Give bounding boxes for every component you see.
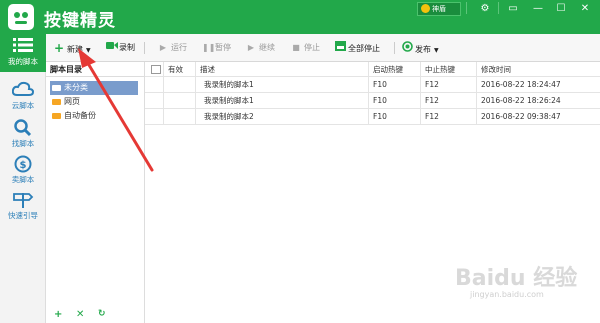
nav-label: 快速引导 <box>8 211 38 220</box>
table-row[interactable]: 我录制的脚本2 F10 F12 2016-08-22 09:38:47 <box>145 109 600 125</box>
row-spacer <box>145 109 164 124</box>
directory-footer: + ✕ ↻ <box>46 307 144 323</box>
step-forward-icon: ▶ <box>247 43 255 52</box>
directory-item-auto-backup[interactable]: 自动备份 <box>46 109 144 123</box>
run-button[interactable]: ▶ 运行 <box>158 41 187 55</box>
coin-icon <box>421 4 430 13</box>
record-button[interactable]: 录制 <box>106 41 135 55</box>
description-cell: 我录制的脚本1 <box>196 93 369 108</box>
video-camera-icon <box>106 41 118 55</box>
delete-folder-icon[interactable]: ✕ <box>76 309 84 320</box>
publish-button[interactable]: 发布 ▼ <box>402 41 439 55</box>
stop-all-icon <box>335 41 346 56</box>
pause-icon: ❚❚ <box>202 43 216 52</box>
select-all-cell <box>145 62 164 76</box>
publish-icon <box>402 41 413 57</box>
column-header[interactable]: 中止热键 <box>421 62 477 76</box>
start-hotkey-cell: F10 <box>369 77 421 92</box>
stop-icon: ■ <box>292 43 300 52</box>
close-icon[interactable]: ☐ <box>550 0 572 18</box>
nav-item-my-scripts[interactable]: 我的脚本 <box>0 34 46 72</box>
user-account-button[interactable]: 神盾 <box>417 2 461 16</box>
divider <box>466 2 467 14</box>
new-button[interactable]: + 新建 ▼ <box>54 41 91 55</box>
svg-text:$: $ <box>20 160 27 171</box>
search-icon <box>0 116 46 138</box>
list-icon <box>0 34 46 56</box>
title-bar: 按键精灵 神盾 ⚙ ▭ — ☐ ✕ <box>0 0 600 34</box>
nav-label: 我的脚本 <box>8 57 38 66</box>
table-row[interactable]: 我录制的脚本1 F10 F12 2016-08-22 18:26:24 <box>145 93 600 109</box>
chevron-down-icon: ▼ <box>434 47 439 54</box>
user-label: 神盾 <box>432 5 446 13</box>
watermark-url: jingyan.baidu.com <box>470 290 544 299</box>
modified-time-cell: 2016-08-22 09:38:47 <box>481 112 561 121</box>
stop-hotkey-cell: F12 <box>421 109 477 124</box>
cloud-icon <box>0 78 46 100</box>
folder-icon <box>52 113 61 119</box>
enabled-cell <box>164 109 196 124</box>
divider <box>394 42 395 54</box>
minimize-icon[interactable]: ▭ <box>502 0 524 18</box>
watermark-brand: Baidu 经验 <box>455 266 578 291</box>
app-logo-icon <box>8 4 34 30</box>
stop-hotkey-cell: F12 <box>421 93 477 108</box>
plus-icon: + <box>54 41 65 55</box>
left-nav: 我的脚本 云脚本 找脚本 $ 卖脚本 快速引导 <box>0 34 46 323</box>
nav-label: 找脚本 <box>11 139 35 148</box>
modified-time-cell: 2016-08-22 18:26:24 <box>481 96 561 105</box>
nav-item-find-scripts[interactable]: 找脚本 <box>0 116 46 154</box>
column-header[interactable]: 有效 <box>164 62 196 76</box>
signpost-icon <box>0 188 46 210</box>
nav-label: 云脚本 <box>11 101 35 110</box>
row-spacer <box>145 77 164 92</box>
divider <box>498 2 499 14</box>
select-all-checkbox[interactable] <box>151 65 161 74</box>
nav-item-quick-guide[interactable]: 快速引导 <box>0 188 46 226</box>
stop-all-button[interactable]: 全部停止 <box>335 41 380 55</box>
column-header[interactable]: 描述 <box>196 62 369 76</box>
pause-button[interactable]: ❚❚暂停 <box>202 41 231 55</box>
directory-header: 脚本目录 <box>46 62 144 77</box>
add-folder-icon[interactable]: + <box>54 309 62 320</box>
table-row[interactable]: 我录制的脚本1 F10 F12 2016-08-22 18:24:47 <box>145 77 600 93</box>
resume-button[interactable]: ▶ 继续 <box>246 41 275 55</box>
gear-icon[interactable]: ⚙ <box>474 0 496 18</box>
script-directory-panel: 脚本目录 未分类 网页 自动备份 + ✕ ↻ <box>46 62 145 323</box>
folder-icon <box>52 99 61 105</box>
start-hotkey-cell: F10 <box>369 93 421 108</box>
description-cell: 我录制的脚本1 <box>196 77 369 92</box>
nav-label: 卖脚本 <box>11 175 35 184</box>
play-icon: ▶ <box>159 43 167 52</box>
refresh-icon[interactable]: ↻ <box>98 309 106 319</box>
dollar-icon: $ <box>0 152 46 174</box>
start-hotkey-cell: F10 <box>369 109 421 124</box>
row-spacer <box>145 93 164 108</box>
description-cell: 我录制的脚本2 <box>196 109 369 124</box>
folder-icon <box>52 85 61 91</box>
nav-item-cloud-scripts[interactable]: 云脚本 <box>0 78 46 116</box>
column-header[interactable]: 修改时间 <box>477 62 600 76</box>
enabled-cell <box>164 77 196 92</box>
stop-hotkey-cell: F12 <box>421 77 477 92</box>
app-title: 按键精灵 <box>44 11 116 31</box>
maximize-icon[interactable]: — <box>527 0 549 18</box>
script-table: 有效 描述 启动热键 中止热键 修改时间 我录制的脚本1 F10 F12 201… <box>145 62 600 125</box>
directory-item-uncategorized[interactable]: 未分类 <box>50 81 138 95</box>
directory-item-web[interactable]: 网页 <box>46 95 144 109</box>
column-header[interactable]: 启动热键 <box>369 62 421 76</box>
close-window-icon[interactable]: ✕ <box>574 0 596 18</box>
toolbar: + 新建 ▼ 录制 ▶ 运行 ❚❚暂停 ▶ 继续 ■ 停止 全部停止 发布 ▼ <box>46 34 600 62</box>
nav-item-sell-scripts[interactable]: $ 卖脚本 <box>0 152 46 190</box>
modified-time-cell: 2016-08-22 18:24:47 <box>481 80 561 89</box>
enabled-cell <box>164 93 196 108</box>
divider <box>144 42 145 54</box>
table-header: 有效 描述 启动热键 中止热键 修改时间 <box>145 62 600 77</box>
stop-button[interactable]: ■ 停止 <box>291 41 320 55</box>
chevron-down-icon: ▼ <box>86 47 91 54</box>
